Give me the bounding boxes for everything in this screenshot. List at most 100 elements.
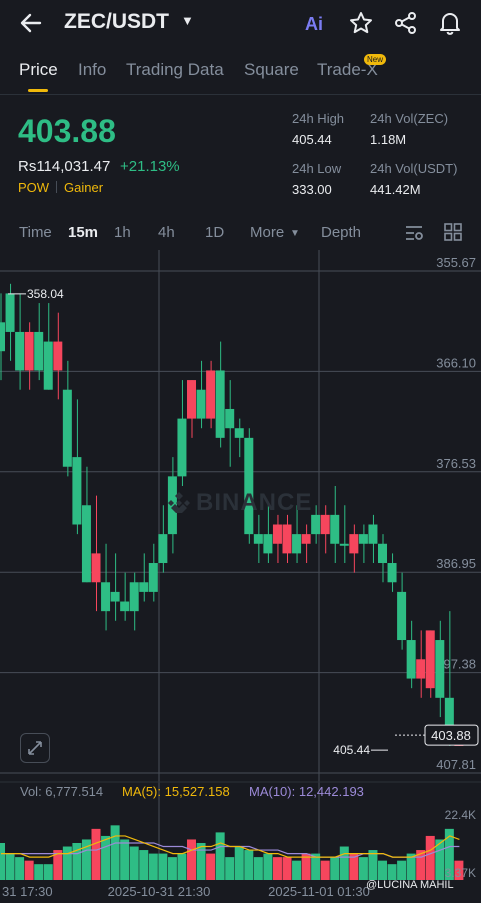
grid-icon [444, 223, 462, 241]
volume-bar [263, 853, 273, 880]
notification-button[interactable] [437, 10, 463, 36]
tab-price[interactable]: Price [19, 60, 58, 80]
candle-body [110, 591, 120, 602]
volume-bar [378, 860, 387, 880]
volume-bar [425, 835, 435, 880]
interval-1d[interactable]: 1D [205, 224, 224, 241]
candle-body [435, 640, 445, 698]
y-tick-label: 366.10 [436, 355, 476, 370]
candle [187, 380, 196, 438]
candle-body [311, 514, 321, 535]
tab-info[interactable]: Info [78, 60, 106, 80]
volume-bar [206, 853, 216, 880]
y-tick-label: 386.95 [436, 556, 476, 571]
candle-body [330, 514, 340, 544]
tag-pow[interactable]: POW [18, 180, 49, 195]
candle [15, 293, 25, 390]
volume-bar [5, 853, 15, 880]
candle [378, 534, 387, 583]
tag-divider [56, 181, 57, 193]
candle-body [62, 389, 72, 467]
volume-bar [62, 846, 72, 880]
volume-bar [129, 846, 139, 880]
volume-bar [397, 860, 407, 880]
interval-4h[interactable]: 4h [158, 224, 175, 241]
ma5-label: MA(5): 15,527.158 [122, 784, 230, 799]
arrow-left-icon [20, 13, 42, 33]
interval-15m[interactable]: 15m [68, 224, 98, 241]
top-bar: ZEC/USDT ▼ Ai [0, 0, 481, 46]
binance-logo-icon [168, 492, 190, 513]
candle-body [120, 601, 130, 612]
candle-body [187, 380, 196, 419]
candle [177, 380, 187, 486]
share-button[interactable] [393, 10, 419, 36]
back-button[interactable] [18, 10, 44, 36]
candlestick-chart[interactable]: 355.67366.10376.53386.95397.38407.81358.… [0, 250, 481, 903]
candle [0, 293, 5, 381]
candle [24, 322, 34, 390]
volume-bar [368, 850, 378, 880]
volume-bar [234, 846, 244, 880]
volume-label: Vol: 6,777.514 [20, 784, 104, 799]
candle-body [91, 553, 101, 583]
candle [225, 380, 235, 467]
bell-icon [440, 13, 460, 35]
candle-body [425, 630, 435, 689]
y-tick-label: 376.53 [436, 456, 476, 471]
candle-body [0, 322, 5, 352]
candle-body [34, 331, 44, 371]
candle [5, 283, 15, 361]
volume-bar [358, 857, 368, 880]
volume-axis-top: 22.4K [445, 808, 476, 822]
high-label: 24h High [292, 111, 345, 126]
volume-bar [292, 860, 302, 880]
candle [110, 553, 120, 621]
vol-quote-value: 441.42M [370, 182, 421, 197]
candle-body [301, 534, 311, 544]
divider [0, 94, 481, 95]
candle [34, 303, 44, 381]
candle-body [139, 582, 149, 592]
new-badge: New [364, 54, 387, 65]
chevron-down-icon[interactable]: ▼ [181, 13, 194, 28]
candle-body [244, 437, 254, 535]
candle [339, 505, 349, 564]
tag-gainer[interactable]: Gainer [64, 180, 103, 195]
chart-settings-button[interactable] [404, 223, 424, 248]
volume-bar [272, 857, 282, 880]
layout-grid-button[interactable] [444, 223, 462, 246]
candle-body [320, 514, 330, 535]
candle [425, 630, 435, 698]
ai-icon[interactable]: Ai [305, 14, 323, 35]
candle [349, 524, 359, 573]
candle [272, 514, 282, 564]
volume-bar [187, 839, 196, 880]
min-marker-label: 405.44 [333, 743, 370, 757]
candle-body [292, 534, 302, 554]
fullscreen-button[interactable] [20, 733, 50, 763]
candle-body [177, 418, 187, 477]
vol-quote-label: 24h Vol(USDT) [370, 161, 458, 176]
candle-body [416, 659, 426, 679]
candle-body [148, 563, 158, 592]
candle [139, 553, 149, 602]
interval-depth[interactable]: Depth [321, 224, 361, 241]
vol-base-label: 24h Vol(ZEC) [370, 111, 449, 126]
candle-body [129, 582, 139, 612]
pair-title[interactable]: ZEC/USDT [64, 10, 169, 34]
volume-bar [148, 853, 158, 880]
interval-more[interactable]: More [250, 224, 284, 241]
tab-square[interactable]: Square [244, 60, 299, 80]
star-button[interactable] [348, 10, 374, 36]
interval-time[interactable]: Time [19, 224, 52, 241]
candle-body [263, 534, 273, 554]
tab-trading-data[interactable]: Trading Data [126, 60, 224, 80]
candle-body [225, 408, 235, 429]
volume-bar [34, 864, 44, 880]
interval-1h[interactable]: 1h [114, 224, 131, 241]
candle-body [358, 534, 368, 544]
watermark: BINANCE [196, 489, 313, 516]
candle-body [81, 505, 91, 583]
candle [397, 572, 407, 650]
